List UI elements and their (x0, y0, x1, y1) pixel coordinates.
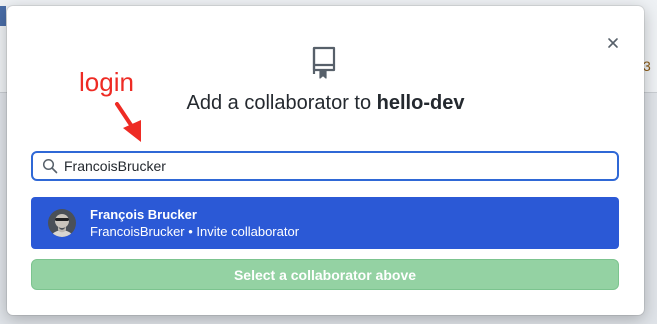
suggestion-action: Invite collaborator (196, 224, 300, 239)
close-button[interactable] (602, 32, 624, 54)
search-field[interactable] (31, 151, 619, 181)
annotation-label: login (79, 67, 134, 97)
dialog-title-repo: hello-dev (376, 92, 465, 114)
close-icon (608, 38, 618, 48)
suggestion-login: FrancoisBrucker (90, 224, 185, 239)
select-collaborator-button[interactable]: Select a collaborator above (31, 259, 619, 290)
background-edge-right: 3 (643, 58, 651, 74)
dialog-title-prefix: Add a collaborator to (186, 92, 377, 114)
avatar (48, 209, 76, 237)
repo-icon (312, 46, 336, 79)
annotation-arrow-icon (115, 102, 141, 142)
suggestion-name: François Brucker (90, 207, 197, 222)
search-icon (42, 158, 58, 174)
suggestion-separator: • (184, 224, 197, 239)
search-input[interactable] (64, 154, 617, 178)
suggestion-detail: FrancoisBrucker • Invite collaborator (90, 223, 299, 240)
add-collaborator-dialog: Add a collaborator to hello-dev login Fr… (7, 6, 644, 315)
suggestion-item[interactable]: François Brucker FrancoisBrucker • Invit… (31, 197, 619, 249)
background-edge-left (0, 6, 6, 26)
